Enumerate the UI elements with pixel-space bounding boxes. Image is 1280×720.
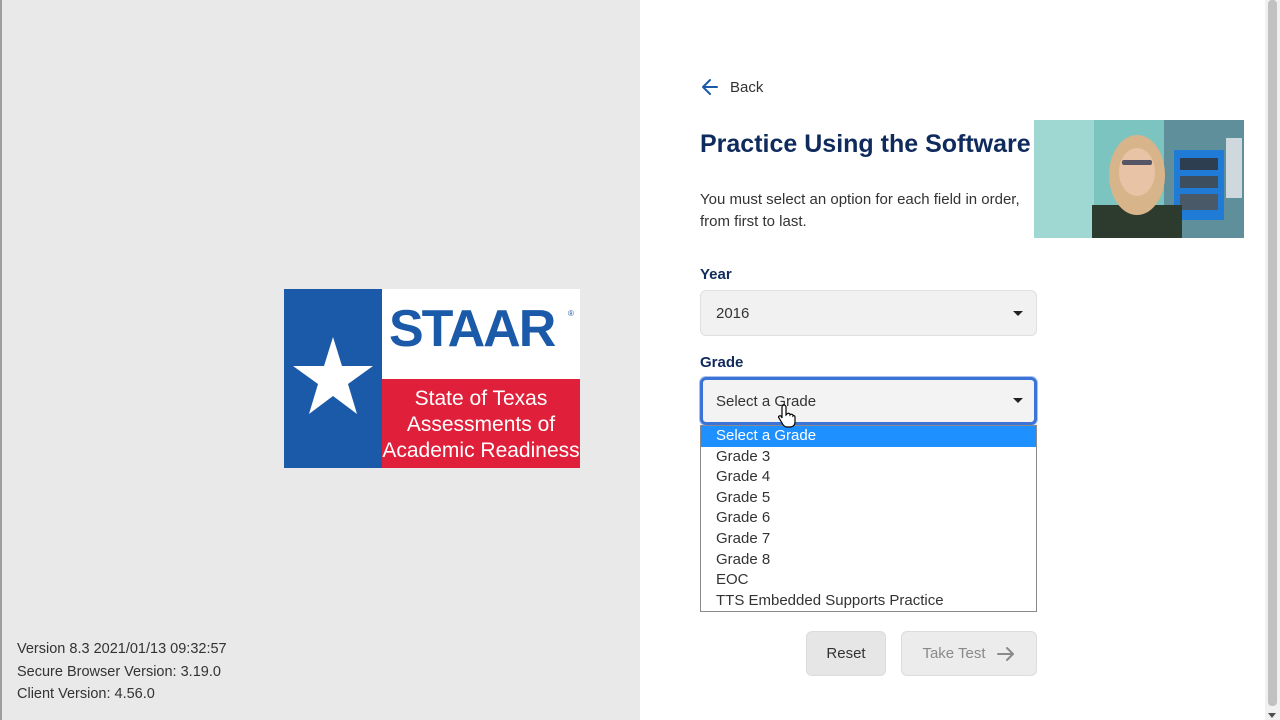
version-info: Version 8.3 2021/01/13 09:32:57 Secure B… xyxy=(17,638,227,706)
hand-cursor-icon xyxy=(778,404,796,428)
vertical-scrollbar[interactable] xyxy=(1265,0,1280,720)
app-version: Version 8.3 2021/01/13 09:32:57 xyxy=(17,641,227,657)
year-label: Year xyxy=(700,266,732,283)
arrow-right-icon xyxy=(996,646,1014,661)
dropdown-option-eoc[interactable]: EOC xyxy=(701,570,1036,591)
dropdown-option-grade-6[interactable]: Grade 6 xyxy=(701,508,1036,529)
logo-tagline-line: State of Texas xyxy=(414,387,548,410)
page-title: Practice Using the Software xyxy=(700,130,1031,158)
dropdown-option-grade-5[interactable]: Grade 5 xyxy=(701,488,1036,509)
take-test-label: Take Test xyxy=(922,645,986,662)
dropdown-option-grade-4[interactable]: Grade 4 xyxy=(701,467,1036,488)
take-test-button[interactable]: Take Test xyxy=(901,631,1037,676)
logo-wordmark: STAAR xyxy=(389,300,556,358)
staar-logo: STAAR ® State of Texas Assessments of Ac… xyxy=(284,289,580,468)
reset-button[interactable]: Reset xyxy=(806,631,886,676)
logo-tagline-line: Academic Readiness xyxy=(382,439,580,462)
logo-tagline: State of Texas Assessments of Academic R… xyxy=(382,379,580,468)
instructions-text: You must select an option for each field… xyxy=(700,191,1020,230)
webcam-video-frame xyxy=(1034,120,1244,238)
secure-browser-version: Secure Browser Version: 3.19.0 xyxy=(17,663,221,680)
client-version: Client Version: 4.56.0 xyxy=(17,686,155,702)
scroll-down-arrow-icon[interactable] xyxy=(1268,713,1276,718)
registered-mark: ® xyxy=(568,309,574,318)
logo-wordmark-area: STAAR ® xyxy=(382,289,580,379)
left-panel: STAAR ® State of Texas Assessments of Ac… xyxy=(0,0,640,720)
back-label: Back xyxy=(730,78,764,96)
dropdown-option-grade-8[interactable]: Grade 8 xyxy=(701,550,1036,571)
chevron-down-icon xyxy=(1013,311,1023,316)
logo-tagline-line: Assessments of xyxy=(406,413,556,436)
reset-label: Reset xyxy=(826,645,866,662)
back-button[interactable]: Back xyxy=(700,76,763,98)
scrollbar-thumb[interactable] xyxy=(1268,0,1277,706)
dropdown-option-grade-3[interactable]: Grade 3 xyxy=(701,447,1036,468)
star-icon xyxy=(293,337,373,414)
grade-select-value: Select a Grade xyxy=(716,392,817,410)
grade-label: Grade xyxy=(700,354,744,371)
grade-select[interactable]: Select a Grade xyxy=(700,377,1037,425)
chevron-down-icon xyxy=(1013,398,1023,403)
arrow-left-icon xyxy=(702,79,718,95)
year-select-value: 2016 xyxy=(716,304,750,322)
dropdown-option-tts-embedded[interactable]: TTS Embedded Supports Practice xyxy=(701,591,1036,612)
dropdown-option-select-a-grade[interactable]: Select a Grade xyxy=(701,426,1036,447)
webcam-video xyxy=(1034,120,1244,238)
dropdown-option-grade-7[interactable]: Grade 7 xyxy=(701,529,1036,550)
year-select[interactable]: 2016 xyxy=(700,290,1037,336)
grade-dropdown-list[interactable]: Select a Grade Grade 3 Grade 4 Grade 5 G… xyxy=(700,425,1037,612)
